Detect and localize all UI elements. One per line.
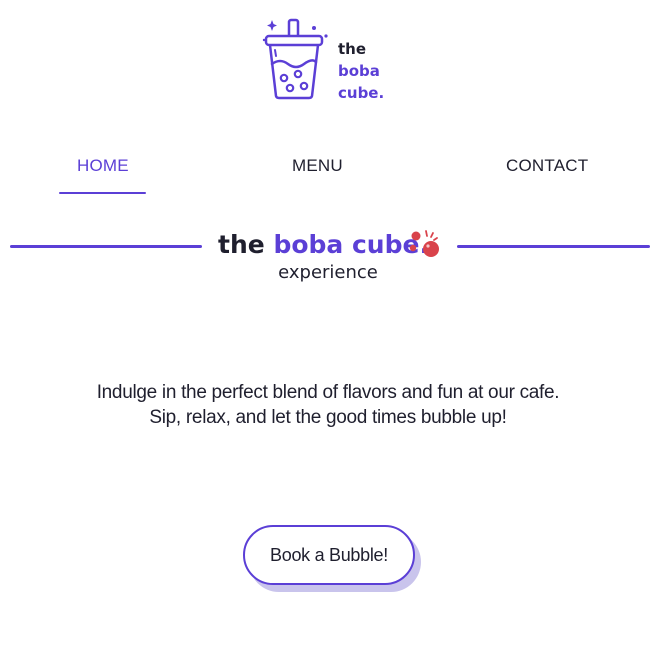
tagline-line-1: Indulge in the perfect blend of flavors …	[96, 382, 560, 403]
nav-contact[interactable]: CONTACT	[506, 156, 588, 176]
logo-line-the: the	[338, 40, 367, 58]
nav-menu[interactable]: MENU	[292, 156, 343, 176]
book-a-bubble-button[interactable]: Book a Bubble!	[243, 525, 415, 585]
nav-home[interactable]: HOME	[77, 156, 129, 176]
logo-line-boba: boba	[338, 62, 380, 80]
hero-subtitle: experience	[278, 262, 378, 283]
tagline-line-2: Sip, relax, and let the good times bubbl…	[149, 407, 507, 428]
tagline: Indulge in the perfect blend of flavors …	[0, 380, 656, 430]
brand-logo[interactable]: the boba cube.	[260, 16, 400, 106]
hero-divider-right	[457, 245, 650, 248]
bubbles-icon	[409, 230, 439, 257]
nav-active-indicator	[59, 192, 146, 194]
boba-cup-icon	[262, 18, 328, 100]
logo-line-cube: cube.	[338, 84, 385, 102]
main-nav: HOME MENU CONTACT	[0, 152, 656, 196]
hero-title-the: the	[218, 230, 265, 259]
hero-title-brand: boba cube.	[273, 230, 429, 259]
logo-wordmark: the boba cube.	[338, 38, 384, 104]
page: the boba cube. HOME MENU CONTACT the bob…	[0, 0, 656, 656]
hero-title: the boba cube.	[218, 228, 429, 262]
hero-divider-left	[10, 245, 202, 248]
